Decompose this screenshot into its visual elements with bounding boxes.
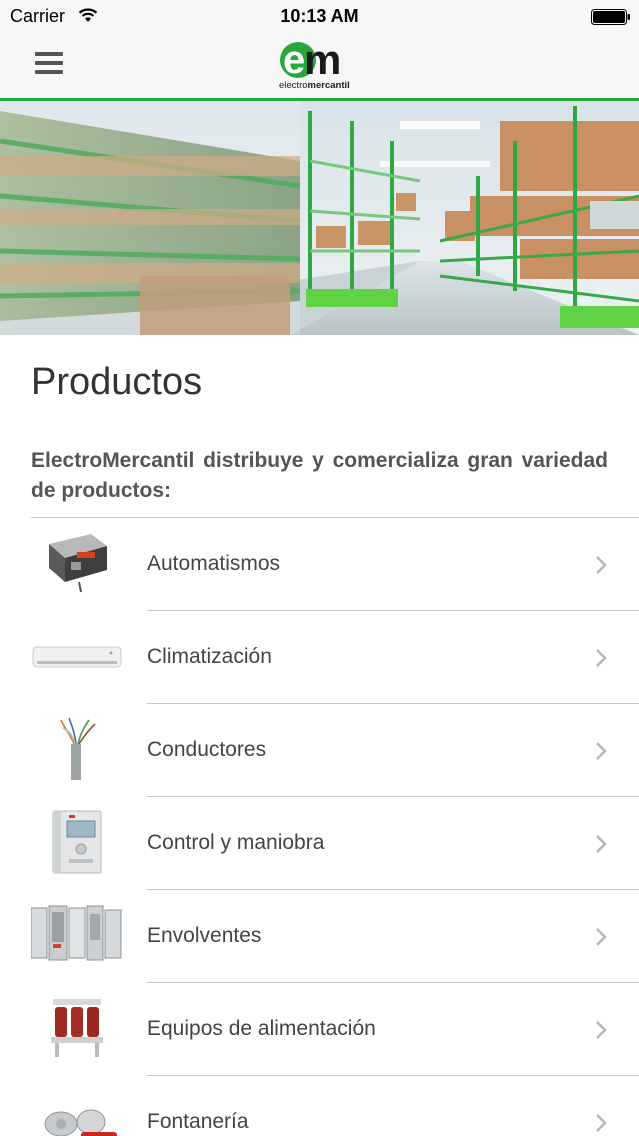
nav-bar: e m electromercantil bbox=[0, 34, 639, 98]
logo-wordmark: electromercantil bbox=[279, 80, 350, 91]
product-label: Equipos de alimentación bbox=[147, 1017, 376, 1040]
product-row-climatizacion[interactable]: Climatización bbox=[0, 611, 639, 704]
electromercantil-logo: e m electromercantil bbox=[279, 36, 361, 92]
chevron-right-icon bbox=[596, 1021, 607, 1039]
status-bar: Carrier 10:13 AM bbox=[0, 0, 639, 34]
page-title: Productos bbox=[31, 361, 203, 403]
chevron-right-icon bbox=[596, 1114, 607, 1132]
product-row-equipos-alimentacion[interactable]: Equipos de alimentación bbox=[0, 983, 639, 1076]
product-row-conductores[interactable]: Conductores bbox=[0, 704, 639, 797]
drive-controller-icon bbox=[52, 810, 102, 874]
cable-icon bbox=[60, 717, 96, 780]
logo-mark: e m bbox=[280, 36, 341, 83]
intro-text: ElectroMercantil distribuye y comerciali… bbox=[31, 449, 608, 502]
svg-text:m: m bbox=[304, 40, 339, 80]
chevron-right-icon bbox=[596, 835, 607, 853]
svg-text:e: e bbox=[283, 40, 304, 80]
battery-icon bbox=[591, 9, 630, 25]
product-list: Automatismos Climatización Conductores C… bbox=[0, 518, 639, 1136]
hamburger-menu-icon[interactable] bbox=[35, 52, 63, 76]
status-time: 10:13 AM bbox=[280, 6, 359, 26]
warehouse-hero-image bbox=[0, 101, 639, 335]
transformer-icon bbox=[51, 999, 103, 1057]
product-label: Fontanería bbox=[147, 1110, 249, 1133]
product-label: Envolventes bbox=[147, 924, 262, 947]
product-label: Control y maniobra bbox=[147, 831, 325, 854]
valve-icon bbox=[44, 1109, 117, 1136]
product-label: Automatismos bbox=[147, 552, 281, 575]
enclosure-cabinets-icon bbox=[31, 905, 122, 961]
automation-device-icon bbox=[49, 534, 107, 593]
product-label: Climatización bbox=[147, 645, 272, 668]
chevron-right-icon bbox=[596, 742, 607, 760]
chevron-right-icon bbox=[596, 649, 607, 667]
product-row-envolventes[interactable]: Envolventes bbox=[0, 890, 639, 983]
chevron-right-icon bbox=[596, 556, 607, 574]
product-label: Conductores bbox=[147, 738, 267, 761]
air-conditioner-icon bbox=[32, 646, 122, 668]
chevron-right-icon bbox=[596, 928, 607, 946]
product-row-fontaneria[interactable]: Fontanería bbox=[0, 1076, 639, 1136]
product-row-control-maniobra[interactable]: Control y maniobra bbox=[0, 797, 639, 890]
product-row-automatismos[interactable]: Automatismos bbox=[0, 518, 639, 611]
